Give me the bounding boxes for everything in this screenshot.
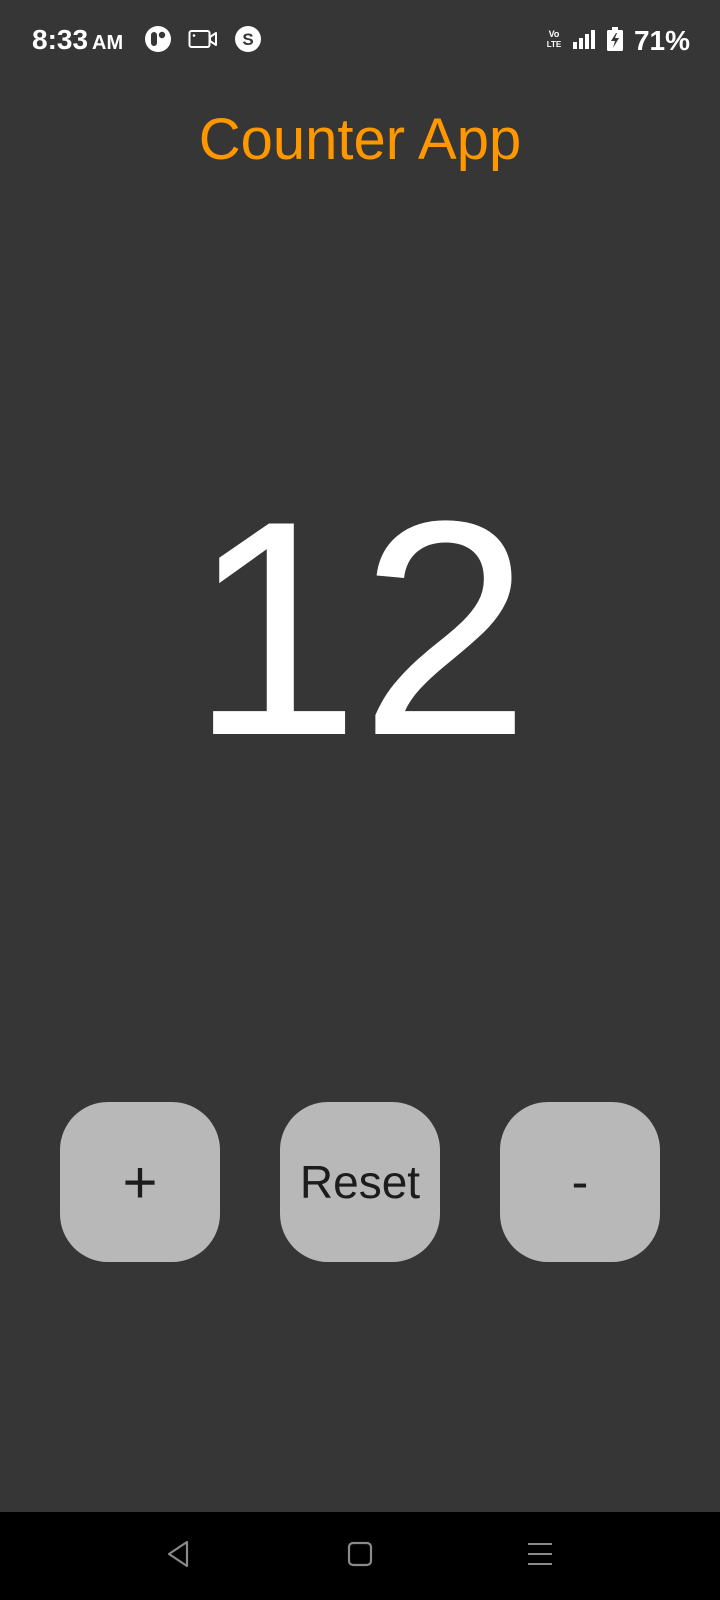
notification-icons: S xyxy=(144,25,262,58)
page-title: Counter App xyxy=(198,107,522,172)
back-button[interactable] xyxy=(154,1532,202,1580)
volte-label-top: Vo xyxy=(549,29,560,39)
recents-button[interactable] xyxy=(516,1532,564,1580)
back-icon xyxy=(163,1538,193,1575)
svg-text:S: S xyxy=(242,30,253,49)
reset-button[interactable]: Reset xyxy=(280,1102,440,1262)
status-time: 8:33 AM xyxy=(32,24,123,56)
status-right-icons: Vo LTE 71% xyxy=(546,24,690,58)
screen-record-icon xyxy=(188,28,218,55)
increment-button[interactable]: + xyxy=(60,1102,220,1262)
navigation-bar xyxy=(0,1512,720,1600)
s-app-icon: S xyxy=(234,25,262,58)
recents-icon xyxy=(526,1540,554,1573)
counter-display: 12 xyxy=(189,457,531,799)
home-icon xyxy=(346,1540,374,1573)
volte-label-bottom: LTE xyxy=(547,40,562,49)
battery-percent: 71% xyxy=(633,25,690,56)
app-notification-icon xyxy=(144,25,172,58)
status-ampm: AM xyxy=(92,32,124,54)
status-clock: 8:33 xyxy=(32,24,89,55)
counter-controls: + Reset - xyxy=(0,1102,720,1262)
status-bar: 8:33 AM S Vo LTE 71% xyxy=(0,0,720,82)
battery-charging-icon xyxy=(606,26,624,57)
volte-icon: Vo LTE xyxy=(546,28,562,55)
home-button[interactable] xyxy=(336,1532,384,1580)
signal-icon xyxy=(572,28,596,55)
decrement-button[interactable]: - xyxy=(500,1102,660,1262)
